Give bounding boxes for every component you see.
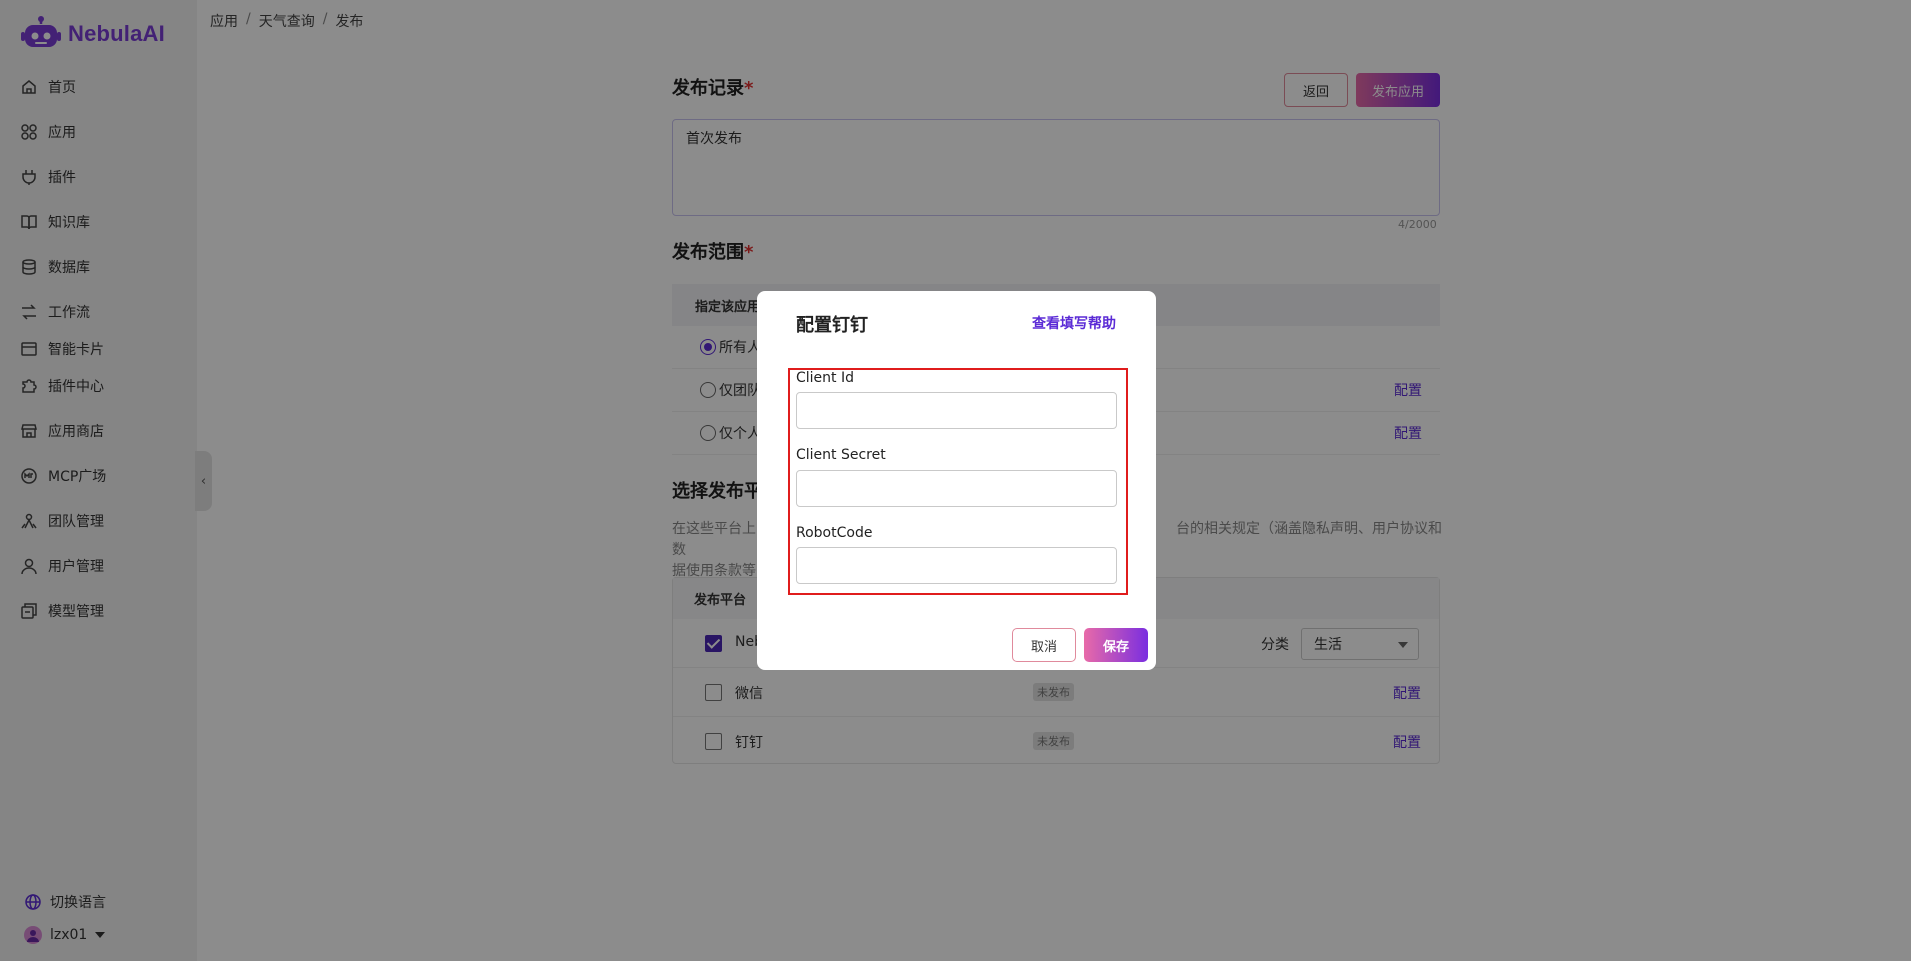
robot-code-input[interactable] bbox=[796, 547, 1117, 584]
modal-title: 配置钉钉 bbox=[796, 315, 868, 336]
client-secret-input[interactable] bbox=[796, 470, 1117, 507]
client-secret-label: Client Secret bbox=[796, 447, 886, 463]
cancel-button[interactable]: 取消 bbox=[1012, 628, 1076, 662]
dingtalk-config-modal: 配置钉钉 查看填写帮助 Client Id Client Secret Robo… bbox=[757, 291, 1156, 670]
robot-code-label: RobotCode bbox=[796, 525, 873, 541]
save-button[interactable]: 保存 bbox=[1084, 628, 1148, 662]
help-link[interactable]: 查看填写帮助 bbox=[1032, 313, 1116, 333]
client-id-label: Client Id bbox=[796, 370, 854, 386]
client-id-input[interactable] bbox=[796, 392, 1117, 429]
